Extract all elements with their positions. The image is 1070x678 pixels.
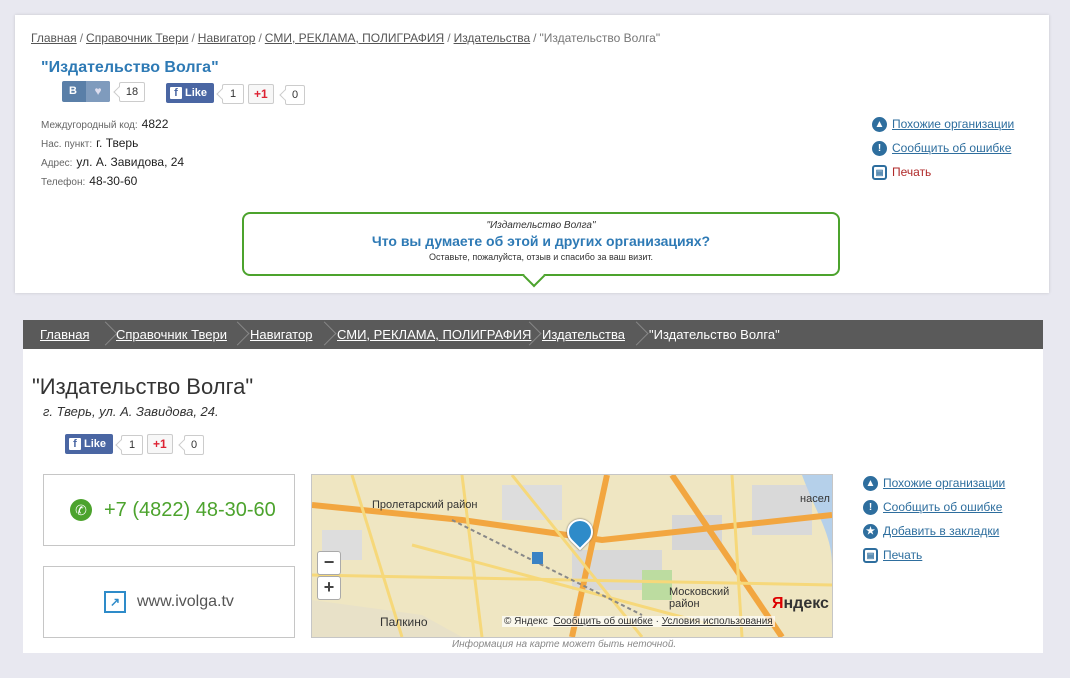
bubble-question: Что вы думаете об этой и других организа… xyxy=(371,233,711,249)
printer-icon: ▤ xyxy=(863,548,878,564)
map-label-palkino: Палкино xyxy=(380,615,428,629)
google-plus-button[interactable]: +1 xyxy=(248,84,274,104)
breadcrumb-separator xyxy=(322,320,334,349)
printer-icon: ▤ xyxy=(872,165,887,181)
breadcrumb-separator xyxy=(527,320,539,349)
top-panel: Главная / Справочник Твери / Навигатор / СМИ, … xyxy=(15,15,1049,293)
breadcrumb-directory[interactable]: Справочник Твери xyxy=(116,320,227,349)
info-phone-code: Междугородный код: 4822 xyxy=(41,117,169,131)
exclamation-icon: ! xyxy=(872,141,887,157)
arrow-up-icon: ▲ xyxy=(863,476,878,492)
google-plus-button[interactable]: +1 xyxy=(147,434,173,454)
breadcrumb-media[interactable]: СМИ, РЕКЛАМА, ПОЛИГРАФИЯ xyxy=(337,320,531,349)
breadcrumb: Главная / Справочник Твери / Навигатор / СМИ, … xyxy=(31,31,661,45)
breadcrumb-navigator[interactable]: Навигатор xyxy=(250,320,312,349)
external-link-icon: ↗ xyxy=(104,591,126,613)
bottom-panel: Главная Справочник Твери Навигатор СМИ, … xyxy=(23,320,1043,653)
map-label-moskovsky: Московский район xyxy=(669,586,730,610)
yandex-map[interactable]: Пролетарский район Московский район Палк… xyxy=(311,474,833,638)
page-title: "Издательство Волга" xyxy=(32,374,254,399)
breadcrumb-bar: Главная Справочник Твери Навигатор СМИ, … xyxy=(23,320,1043,349)
heart-icon: ♥ xyxy=(86,81,110,102)
facebook-icon: f xyxy=(170,87,182,99)
map-report-error-link[interactable]: Сообщить об ошибке xyxy=(553,616,652,627)
breadcrumb-separator xyxy=(103,320,115,349)
star-icon: ★ xyxy=(863,524,878,540)
zoom-in-button[interactable]: + xyxy=(317,576,341,600)
side-links: ▲ Похожие организации ! Сообщить об ошибке… xyxy=(863,476,1005,572)
similar-orgs-link[interactable]: ▲ Похожие организации xyxy=(872,117,1014,141)
map-copyright: © Яндекс xyxy=(504,616,548,627)
breadcrumb-home[interactable]: Главная xyxy=(40,320,89,349)
print-link[interactable]: ▤ Печать xyxy=(872,165,1014,189)
feedback-bubble[interactable]: "Издательство Волга" Что вы думаете об э… xyxy=(242,212,840,288)
breadcrumb-directory[interactable]: Справочник Твери xyxy=(86,31,188,45)
breadcrumb-navigator[interactable]: Навигатор xyxy=(198,31,256,45)
map-terms-link[interactable]: Условия использования xyxy=(662,616,773,627)
google-plus-count: 0 xyxy=(184,435,204,455)
bubble-tail xyxy=(522,264,546,288)
info-locality: Нас. пункт: г. Тверь xyxy=(41,136,139,150)
phone-number: +7 (4822) 48-30-60 xyxy=(104,499,276,521)
bubble-note: Оставьте, пожалуйста, отзыв и спасибо за… xyxy=(429,252,653,262)
breadcrumb-current: "Издательство Волга" xyxy=(539,31,661,45)
print-link[interactable]: ▤ Печать xyxy=(863,548,1005,572)
breadcrumb-current: "Издательство Волга" xyxy=(649,327,780,342)
website-link: www.ivolga.tv xyxy=(137,593,234,610)
breadcrumb-publishers[interactable]: Издательства xyxy=(454,31,531,45)
facebook-icon: f xyxy=(69,438,81,450)
phone-icon: ✆ xyxy=(70,499,92,521)
bookmark-link[interactable]: ★ Добавить в закладки xyxy=(863,524,1005,548)
info-address: Адрес: ул. А. Завидова, 24 xyxy=(41,155,185,169)
vk-like-button[interactable]: В ♥ xyxy=(62,81,110,102)
breadcrumb-media[interactable]: СМИ, РЕКЛАМА, ПОЛИГРАФИЯ xyxy=(265,31,444,45)
similar-orgs-link[interactable]: ▲ Похожие организации xyxy=(863,476,1005,500)
map-label-proletarsky: Пролетарский район xyxy=(372,499,478,511)
zoom-out-button[interactable]: − xyxy=(317,551,341,575)
phone-box[interactable]: ✆ +7 (4822) 48-30-60 xyxy=(43,474,295,546)
facebook-like-count: 1 xyxy=(222,84,244,104)
map-label-nasel: насел xyxy=(800,493,830,505)
side-links: ▲ Похожие организации ! Сообщить об ошибке… xyxy=(872,117,1014,189)
breadcrumb-separator xyxy=(634,320,646,349)
page-title: "Издательство Волга" xyxy=(41,59,219,76)
vk-like-count: 18 xyxy=(119,82,145,102)
breadcrumb-home[interactable]: Главная xyxy=(31,31,77,45)
exclamation-icon: ! xyxy=(863,500,878,516)
info-phone: Телефон: 48-30-60 xyxy=(41,174,138,188)
report-error-link[interactable]: ! Сообщить об ошибке xyxy=(863,500,1005,524)
website-box[interactable]: ↗ www.ivolga.tv xyxy=(43,566,295,638)
address: г. Тверь, ул. А. Завидова, 24. xyxy=(43,404,219,419)
facebook-like-button[interactable]: f Like xyxy=(166,83,214,103)
yandex-logo: Яндекс xyxy=(772,595,829,612)
facebook-like-button[interactable]: f Like xyxy=(65,434,113,454)
map-footer: © Яндекс Сообщить об ошибке · Условия ис… xyxy=(502,616,775,627)
breadcrumb-publishers[interactable]: Издательства xyxy=(542,320,625,349)
breadcrumb-separator xyxy=(235,320,247,349)
facebook-like-count: 1 xyxy=(121,435,143,455)
google-plus-count: 0 xyxy=(285,85,305,105)
report-error-link[interactable]: ! Сообщить об ошибке xyxy=(872,141,1014,165)
bubble-org: "Издательство Волга" xyxy=(486,220,596,231)
arrow-up-icon: ▲ xyxy=(872,117,887,133)
vk-logo-icon: В xyxy=(69,85,77,97)
